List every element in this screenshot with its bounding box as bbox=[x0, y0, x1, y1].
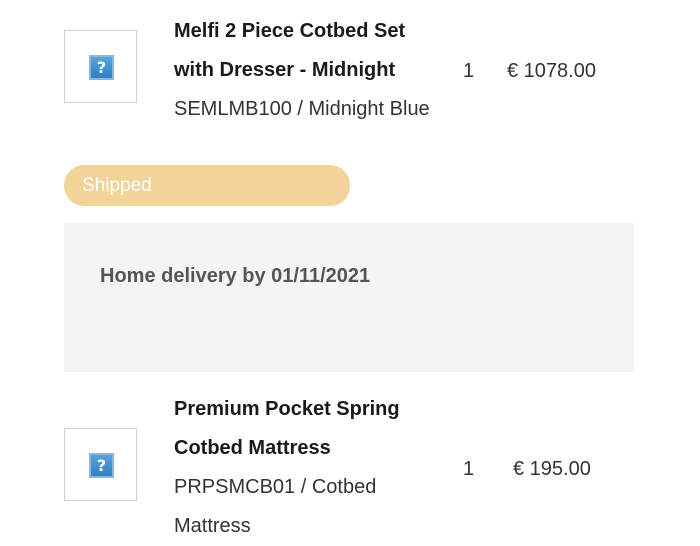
product-sku: SEMLMB100 / Midnight Blue bbox=[174, 98, 430, 120]
order-item: ? Premium Pocket Spring Cotbed Mattress … bbox=[0, 390, 700, 537]
product-title-line: Cotbed Mattress bbox=[174, 437, 331, 459]
product-quantity: 1 bbox=[463, 60, 475, 82]
product-title-line: Melfi 2 Piece Cotbed Set bbox=[174, 20, 406, 42]
order-item: ? Melfi 2 Piece Cotbed Set with Dresser … bbox=[0, 0, 700, 140]
product-title[interactable]: Melfi 2 Piece Cotbed Set with Dresser - … bbox=[174, 12, 464, 90]
missing-image-icon: ? bbox=[89, 453, 114, 478]
product-sku-line: Mattress bbox=[174, 515, 251, 537]
product-sku: PRPSMCB01 / Cotbed Mattress bbox=[174, 468, 464, 546]
product-price: € 195.00 bbox=[513, 458, 591, 480]
product-title[interactable]: Premium Pocket Spring Cotbed Mattress bbox=[174, 390, 464, 468]
status-badge: Shipped bbox=[64, 165, 350, 206]
missing-image-icon: ? bbox=[89, 55, 114, 80]
product-price: € 1078.00 bbox=[507, 60, 596, 82]
product-image[interactable]: ? bbox=[64, 428, 137, 501]
product-sku-line: PRPSMCB01 / Cotbed bbox=[174, 476, 377, 498]
product-title-line: Premium Pocket Spring bbox=[174, 398, 400, 420]
delivery-info-panel: Home delivery by 01/11/2021 bbox=[64, 223, 634, 372]
product-image[interactable]: ? bbox=[64, 30, 137, 103]
product-title-line: with Dresser - Midnight bbox=[174, 59, 396, 81]
product-quantity: 1 bbox=[463, 458, 475, 480]
delivery-date-text: Home delivery by 01/11/2021 bbox=[100, 265, 371, 287]
